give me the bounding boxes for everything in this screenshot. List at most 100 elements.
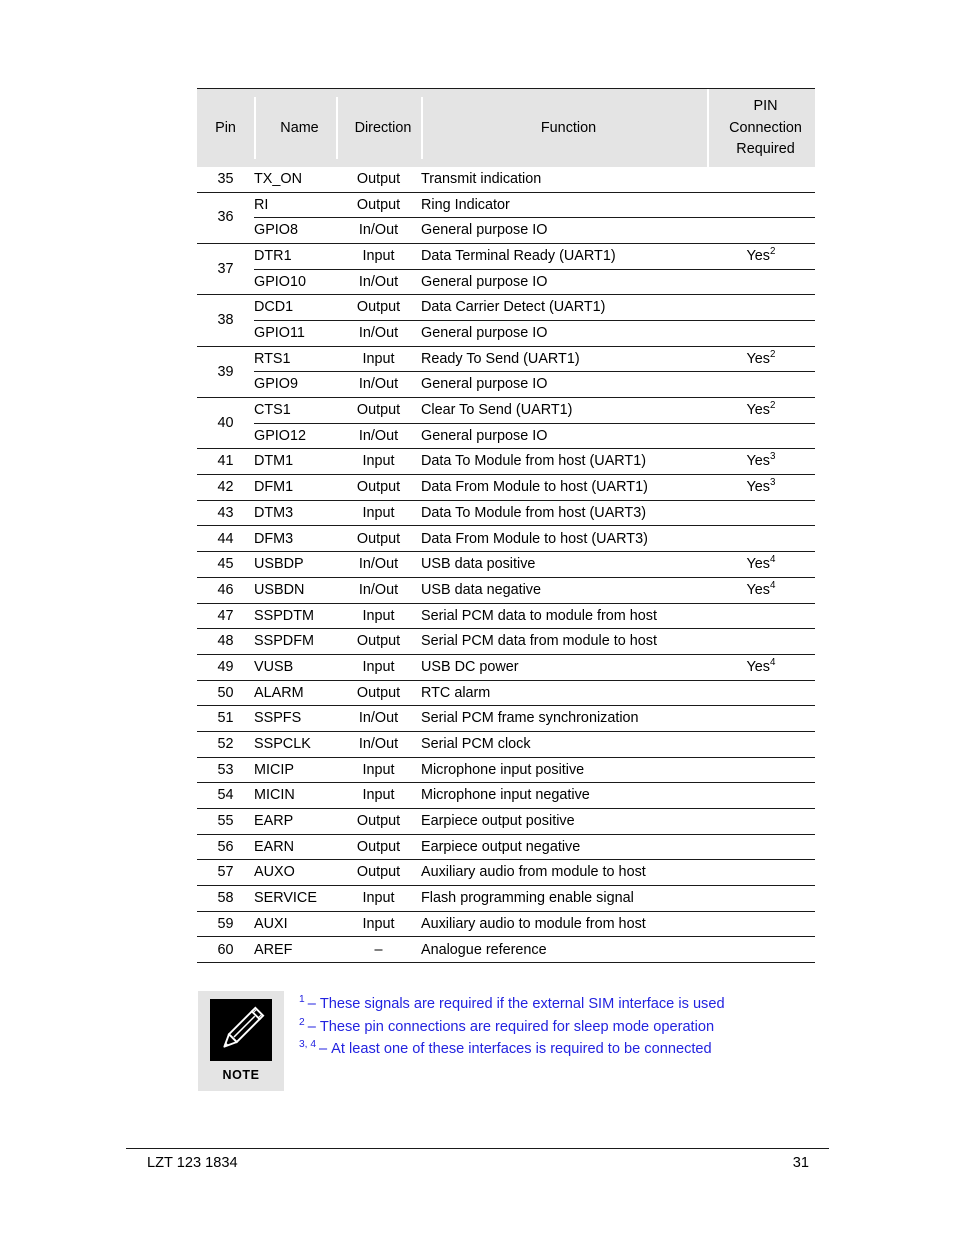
cell-function: Clear To Send (UART1) xyxy=(421,397,707,424)
table-row: 54 MICIN Input Microphone input negative xyxy=(197,782,815,810)
required-footnote-marker: 3 xyxy=(770,477,776,489)
column-header-pin-connection-required: PIN Connection Required xyxy=(707,87,815,167)
cell-pin-connection-required xyxy=(707,757,815,784)
cell-pin-connection-required xyxy=(707,166,815,193)
note-footnote-dash: – xyxy=(307,996,316,1012)
required-value: Yes xyxy=(746,350,771,367)
column-header-name: Name xyxy=(254,87,336,167)
cell-direction: Output xyxy=(336,808,421,835)
cell-pin-connection-required xyxy=(707,834,815,861)
cell-pin-connection-required: Yes4 xyxy=(707,551,815,578)
cell-function: Data Carrier Detect (UART1) xyxy=(421,294,707,321)
cell-pin-connection-required xyxy=(707,680,815,707)
cell-pin-number: 38 xyxy=(197,294,254,347)
cell-signal-name: CTS1 xyxy=(254,397,336,424)
cell-pin-number: 44 xyxy=(197,525,254,553)
cell-function: Data To Module from host (UART3) xyxy=(421,500,707,527)
table-row: 57 AUXO Output Auxiliary audio from module … xyxy=(197,859,815,887)
table-header-row: Pin Name Direction Function PIN Connecti… xyxy=(197,87,815,167)
table-row: 46 USBDN In/Out USB data negative Yes4 xyxy=(197,577,815,604)
cell-pin-number: 49 xyxy=(197,654,254,681)
cell-pin-number: 36 xyxy=(197,192,254,244)
table-row: 55 EARP Output Earpiece output positive xyxy=(197,808,815,835)
cell-direction: Input xyxy=(336,885,421,912)
cell-direction: Input xyxy=(336,448,421,476)
required-header-line-2: Connection xyxy=(729,119,802,136)
cell-direction: In/Out xyxy=(336,371,421,399)
pin-assignment-table-container: Pin Name Direction Function PIN Connecti… xyxy=(197,87,815,964)
required-footnote-marker: 4 xyxy=(770,657,776,669)
note-badge-label: NOTE xyxy=(222,1068,260,1082)
cell-signal-name: SSPDTM xyxy=(254,603,336,630)
table-row: 42 DFM1 Output Data From Module to host (UA… xyxy=(197,474,815,501)
cell-pin-number: 51 xyxy=(197,705,254,732)
cell-signal-name: EARP xyxy=(254,808,336,835)
cell-pin-number: 42 xyxy=(197,474,254,501)
required-value: Yes xyxy=(746,479,771,496)
table-row: 56 EARN Output Earpiece output negative xyxy=(197,834,815,861)
table-header: Pin Name Direction Function PIN Connecti… xyxy=(197,87,815,167)
table-row: 36 RI Output Ring Indicator xyxy=(197,192,815,244)
table-row: 44 DFM3 Output Data From Module to host (UA… xyxy=(197,525,815,553)
cell-signal-name: SERVICE xyxy=(254,885,336,912)
cell-pin-number: 52 xyxy=(197,731,254,758)
table-row: 45 USBDP In/Out USB data positive Yes4 xyxy=(197,551,815,578)
cell-pin-number: 58 xyxy=(197,885,254,912)
cell-direction: In/Out xyxy=(336,577,421,604)
cell-signal-name: MICIP xyxy=(254,757,336,784)
required-value: Yes xyxy=(746,581,771,598)
cell-direction: Output xyxy=(336,166,421,193)
cell-function: Microphone input positive xyxy=(421,757,707,784)
cell-pin-connection-required xyxy=(707,808,815,835)
table-row: GPIO10 In/Out General purpose IO xyxy=(197,269,815,296)
cell-pin-connection-required: Yes4 xyxy=(707,654,815,681)
cell-signal-name: AREF xyxy=(254,936,336,964)
cell-pin-connection-required xyxy=(707,294,815,321)
note-block: NOTE 1– These signals are required if the… xyxy=(198,991,798,1095)
cell-function: Serial PCM clock xyxy=(421,731,707,758)
cell-signal-name: USBDN xyxy=(254,577,336,604)
cell-signal-name: RI xyxy=(254,192,336,219)
cell-pin-connection-required xyxy=(707,911,815,938)
cell-signal-name: GPIO8 xyxy=(254,217,336,244)
cell-direction: Input xyxy=(336,757,421,784)
required-header-line-3: Required xyxy=(736,141,795,158)
table-row: GPIO8 In/Out General purpose IO xyxy=(197,217,815,244)
note-footnote-text: These signals are required if the extern… xyxy=(319,996,725,1012)
cell-pin-number: 57 xyxy=(197,859,254,887)
cell-direction: Output xyxy=(336,192,421,219)
required-footnote-marker: 2 xyxy=(770,348,776,360)
footer-divider xyxy=(126,1148,829,1149)
cell-function: Data To Module from host (UART1) xyxy=(421,448,707,476)
cell-function: Flash programming enable signal xyxy=(421,885,707,912)
cell-signal-name: MICIN xyxy=(254,782,336,810)
cell-signal-name: TX_ON xyxy=(254,166,336,193)
cell-pin-connection-required xyxy=(707,525,815,553)
cell-function: General purpose IO xyxy=(421,371,707,399)
cell-signal-name: GPIO10 xyxy=(254,269,336,296)
cell-pin-number: 43 xyxy=(197,500,254,527)
cell-pin-connection-required xyxy=(707,217,815,244)
cell-pin-number: 55 xyxy=(197,808,254,835)
cell-signal-name: AUXI xyxy=(254,911,336,938)
note-footnote-text: At least one of these interfaces is requ… xyxy=(331,1041,712,1058)
table-row: 58 SERVICE Input Flash programming enable s… xyxy=(197,885,815,912)
cell-signal-name: EARN xyxy=(254,834,336,861)
cell-function: Data From Module to host (UART3) xyxy=(421,525,707,553)
column-header-function-label: Function xyxy=(421,97,707,159)
cell-direction: Output xyxy=(336,680,421,707)
cell-pin-connection-required xyxy=(707,731,815,758)
cell-function: General purpose IO xyxy=(421,320,707,347)
cell-signal-name: SSPCLK xyxy=(254,731,336,758)
cell-direction: Input xyxy=(336,782,421,810)
cell-function: USB data negative xyxy=(421,577,707,604)
cell-function: Earpiece output positive xyxy=(421,808,707,835)
cell-pin-connection-required xyxy=(707,192,815,219)
cell-pin-number: 48 xyxy=(197,628,254,655)
footer-page-number: 31 xyxy=(792,1155,809,1171)
cell-direction: Output xyxy=(336,834,421,861)
table-row: 50 ALARM Output RTC alarm xyxy=(197,680,815,707)
cell-pin-connection-required xyxy=(707,782,815,810)
cell-signal-name: DCD1 xyxy=(254,294,336,321)
note-footnote-text: These pin connections are required for s… xyxy=(319,1018,715,1035)
